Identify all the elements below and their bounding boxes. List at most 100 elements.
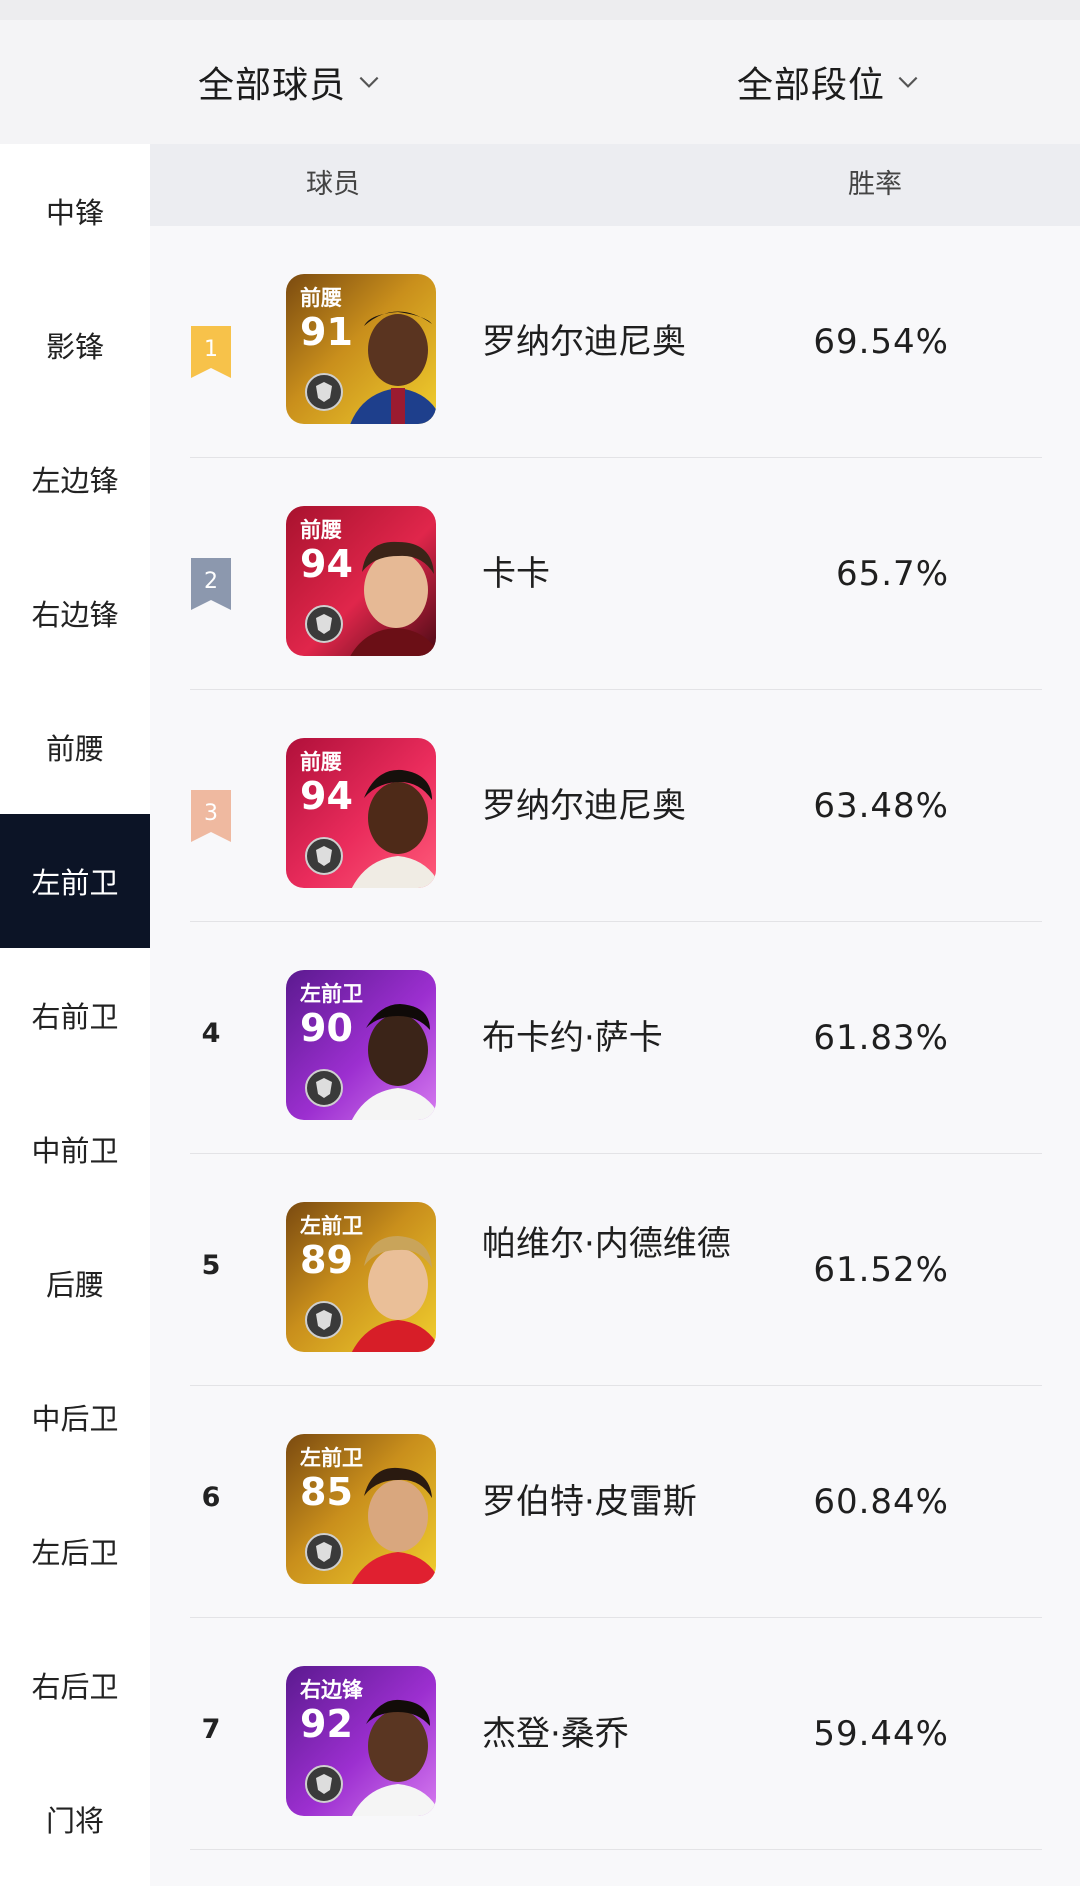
table-row[interactable]: 4 左前卫 90 布卡约·萨卡 61.83% [150, 922, 1080, 1154]
sidebar-item-lb[interactable]: 左后卫 [0, 1484, 150, 1618]
sidebar-item-dmf[interactable]: 后腰 [0, 1216, 150, 1350]
card-rating: 85 [300, 1470, 353, 1514]
rank-number: 4 [201, 1018, 221, 1049]
sidebar-item-label: 右边锋 [31, 598, 119, 632]
sidebar-item-label: 左前卫 [31, 866, 119, 900]
card-position: 左前卫 [300, 1446, 363, 1470]
player-name: 帕维尔·内德维德 [482, 1224, 731, 1264]
win-rate: 63.48% [813, 786, 949, 826]
player-card[interactable]: 左前卫 89 [286, 1202, 436, 1352]
chevron-down-icon [898, 76, 918, 88]
card-emblem-icon [305, 1533, 343, 1571]
card-position: 前腰 [300, 750, 342, 774]
rank-number: 2 [204, 569, 218, 594]
all-tiers-filter-label: 全部段位 [737, 65, 886, 106]
sidebar-item-label: 右后卫 [31, 1670, 119, 1704]
table-row[interactable]: 7 右边锋 92 杰登·桑乔 59.44% [150, 1618, 1080, 1850]
sidebar-item-label: 影锋 [45, 330, 104, 364]
card-position: 左前卫 [300, 1214, 363, 1238]
sidebar-item-label: 左后卫 [31, 1536, 119, 1570]
player-name: 杰登·桑乔 [482, 1714, 629, 1754]
card-position: 右边锋 [300, 1678, 363, 1702]
card-emblem-icon [305, 1069, 343, 1107]
rank-ribbon-icon: 2 [191, 558, 231, 610]
player-name: 卡卡 [482, 554, 550, 594]
sidebar-item-label: 前腰 [45, 732, 104, 766]
table-header: 球员 胜率 [150, 144, 1080, 226]
sidebar-item-lmf[interactable]: 左前卫 [0, 814, 150, 948]
sidebar-item-cb[interactable]: 中后卫 [0, 1350, 150, 1484]
table-row[interactable]: 1 前腰 91 罗纳尔迪尼奥 69.54% [150, 226, 1080, 458]
sidebar-item-lwf[interactable]: 左边锋 [0, 412, 150, 546]
all-players-filter-label: 全部球员 [198, 65, 347, 106]
position-sidebar: 中锋 影锋 左边锋 右边锋 前腰 左前卫 右前卫 中前卫 后腰 中后卫 左后卫 … [0, 144, 150, 1886]
table-row[interactable]: 3 前腰 94 罗纳尔迪尼奥 63.48% [150, 690, 1080, 922]
rank-number: 1 [204, 337, 218, 362]
player-card[interactable]: 左前卫 85 [286, 1434, 436, 1584]
column-header-win-rate: 胜率 [848, 169, 902, 200]
win-rate: 65.7% [835, 554, 949, 594]
filter-bar: 全部球员 全部段位 [0, 20, 1080, 144]
table-row[interactable]: 5 左前卫 89 帕维尔·内德维德 61.52% [150, 1154, 1080, 1386]
all-players-filter[interactable]: 全部球员 [198, 20, 382, 144]
card-emblem-icon [305, 1301, 343, 1339]
player-card[interactable]: 左前卫 90 [286, 970, 436, 1120]
sidebar-item-amf[interactable]: 前腰 [0, 680, 150, 814]
sidebar-item-rmf[interactable]: 右前卫 [0, 948, 150, 1082]
table-row[interactable]: 6 左前卫 85 罗伯特·皮雷斯 60.84% [150, 1386, 1080, 1618]
win-rate: 61.83% [813, 1018, 949, 1058]
sidebar-item-label: 中前卫 [31, 1134, 119, 1168]
sidebar-item-label: 右前卫 [31, 1000, 119, 1034]
player-card[interactable]: 前腰 94 [286, 506, 436, 656]
player-card[interactable]: 右边锋 92 [286, 1666, 436, 1816]
win-rate: 59.44% [813, 1714, 949, 1754]
card-rating: 92 [300, 1702, 353, 1746]
win-rate: 69.54% [813, 322, 949, 362]
player-portrait [350, 541, 436, 656]
player-name: 罗伯特·皮雷斯 [482, 1482, 697, 1522]
sidebar-item-label: 后腰 [45, 1268, 104, 1302]
card-emblem-icon [305, 373, 343, 411]
sidebar-item-ss[interactable]: 影锋 [0, 278, 150, 412]
card-position: 前腰 [300, 286, 342, 310]
sidebar-item-cmf[interactable]: 中前卫 [0, 1082, 150, 1216]
sidebar-item-label: 中后卫 [31, 1402, 119, 1436]
sidebar-item-rb[interactable]: 右后卫 [0, 1618, 150, 1752]
rank-number: 6 [201, 1482, 221, 1513]
all-tiers-filter[interactable]: 全部段位 [737, 20, 921, 144]
win-rate: 60.84% [813, 1482, 949, 1522]
card-rating: 89 [300, 1238, 353, 1282]
card-rating: 91 [300, 310, 353, 354]
table-row[interactable]: 2 前腰 94 卡卡 65.7% [150, 458, 1080, 690]
player-card[interactable]: 前腰 91 [286, 274, 436, 424]
player-name: 布卡约·萨卡 [482, 1018, 663, 1058]
card-emblem-icon [305, 605, 343, 643]
rank-number: 7 [201, 1714, 221, 1745]
win-rate: 61.52% [813, 1250, 949, 1290]
top-strip [0, 0, 1080, 20]
sidebar-item-gk[interactable]: 门将 [0, 1752, 150, 1886]
ranking-table: 球员 胜率 1 前腰 91 罗纳尔迪尼奥 69.54% 2 前腰 94 卡卡 6… [150, 144, 1080, 1886]
sidebar-item-label: 左边锋 [31, 464, 119, 498]
card-rating: 94 [300, 542, 353, 586]
sidebar-item-label: 中锋 [45, 196, 104, 230]
sidebar-item-rwf[interactable]: 右边锋 [0, 546, 150, 680]
card-emblem-icon [305, 1765, 343, 1803]
row-divider [190, 1849, 1042, 1850]
card-position: 左前卫 [300, 982, 363, 1006]
rank-number: 3 [204, 801, 218, 826]
player-card[interactable]: 前腰 94 [286, 738, 436, 888]
card-position: 前腰 [300, 518, 342, 542]
card-rating: 90 [300, 1006, 353, 1050]
player-portrait [350, 311, 436, 424]
column-header-player: 球员 [306, 169, 360, 200]
chevron-down-icon [359, 76, 379, 88]
rank-ribbon-icon: 1 [191, 326, 231, 378]
player-portrait [351, 769, 436, 888]
sidebar-item-cf[interactable]: 中锋 [0, 144, 150, 278]
rank-number: 5 [201, 1250, 221, 1281]
player-name: 罗纳尔迪尼奥 [482, 322, 686, 362]
rank-ribbon-icon: 3 [191, 790, 231, 842]
sidebar-item-label: 门将 [45, 1804, 104, 1838]
card-rating: 94 [300, 774, 353, 818]
